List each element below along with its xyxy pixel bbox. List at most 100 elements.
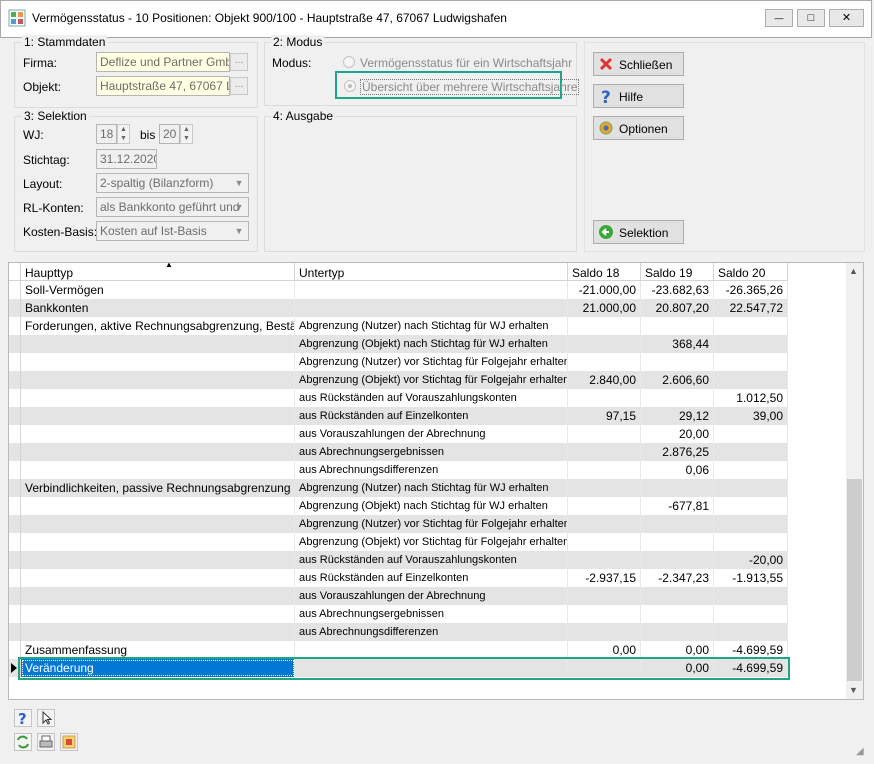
table-cell[interactable]: -23.682,63	[641, 281, 714, 299]
table-cell[interactable]	[641, 515, 714, 533]
modus-radio-ein-wj[interactable]	[343, 56, 355, 68]
row-header[interactable]	[9, 551, 21, 569]
table-cell[interactable]	[21, 371, 295, 389]
row-header[interactable]	[9, 317, 21, 335]
table-cell[interactable]	[295, 281, 568, 299]
table-cell[interactable]	[714, 371, 788, 389]
table-row[interactable]: aus Abrechnungsergebnissen	[9, 605, 788, 623]
row-header[interactable]	[9, 335, 21, 353]
table-cell[interactable]	[21, 515, 295, 533]
objekt-browse-button[interactable]: ...	[230, 77, 248, 95]
table-cell[interactable]: aus Rückständen auf Einzelkonten	[295, 569, 568, 587]
table-cell[interactable]	[21, 461, 295, 479]
pointer-icon[interactable]	[37, 709, 55, 727]
table-cell[interactable]: aus Abrechnungsdifferenzen	[295, 461, 568, 479]
row-header[interactable]	[9, 443, 21, 461]
table-cell[interactable]: 29,12	[641, 407, 714, 425]
table-cell[interactable]	[568, 587, 641, 605]
table-row[interactable]: aus Rückständen auf Vorauszahlungskonten…	[9, 389, 788, 407]
row-header[interactable]	[9, 533, 21, 551]
table-cell[interactable]: aus Rückständen auf Vorauszahlungskonten	[295, 551, 568, 569]
table-cell[interactable]: Abgrenzung (Nutzer) nach Stichtag für WJ…	[295, 479, 568, 497]
firma-field[interactable]: Deflize und Partner GmbH	[96, 52, 230, 72]
table-cell[interactable]	[21, 389, 295, 407]
table-cell[interactable]	[568, 551, 641, 569]
table-cell[interactable]	[641, 317, 714, 335]
row-header[interactable]	[9, 623, 21, 641]
table-cell[interactable]: Forderungen, aktive Rechnungsabgrenzung,…	[21, 317, 295, 335]
wj-from-field[interactable]: 18	[96, 124, 117, 144]
table-cell[interactable]	[295, 299, 568, 317]
table-cell[interactable]	[568, 317, 641, 335]
table-row[interactable]: Forderungen, aktive Rechnungsabgrenzung,…	[9, 317, 788, 335]
table-row[interactable]: aus Rückständen auf Einzelkonten -2.937,1…	[9, 569, 788, 587]
table-cell[interactable]: 0,06	[641, 461, 714, 479]
table-cell[interactable]	[714, 605, 788, 623]
table-cell[interactable]	[714, 317, 788, 335]
table-cell[interactable]: Bankkonten	[21, 299, 295, 317]
table-row[interactable]: Verbindlichkeiten, passive Rechnungsabgr…	[9, 479, 788, 497]
table-cell[interactable]: -677,81	[641, 497, 714, 515]
row-header[interactable]	[9, 299, 21, 317]
table-cell[interactable]: Abgrenzung (Objekt) vor Stichtag für Fol…	[295, 533, 568, 551]
table-row[interactable]: aus Rückständen auf Einzelkonten 97,15 29,…	[9, 407, 788, 425]
table-cell[interactable]	[568, 389, 641, 407]
layout-select[interactable]: 2-spaltig (Bilanzform) ▼	[96, 173, 249, 193]
table-cell[interactable]	[641, 389, 714, 407]
table-cell[interactable]: -26.365,26	[714, 281, 788, 299]
table-cell[interactable]: -21.000,00	[568, 281, 641, 299]
table-cell[interactable]	[568, 335, 641, 353]
table-cell[interactable]	[714, 479, 788, 497]
wj-to-field[interactable]: 20	[159, 124, 180, 144]
table-row[interactable]: Abgrenzung (Objekt) nach Stichtag für WJ…	[9, 335, 788, 353]
column-header-saldo18[interactable]: Saldo 18	[568, 263, 641, 281]
table-cell[interactable]: aus Abrechnungsergebnissen	[295, 605, 568, 623]
table-cell[interactable]	[641, 551, 714, 569]
table-cell[interactable]	[568, 461, 641, 479]
table-cell[interactable]: Abgrenzung (Nutzer) vor Stichtag für Fol…	[295, 515, 568, 533]
table-cell[interactable]: 368,44	[641, 335, 714, 353]
table-cell[interactable]	[641, 479, 714, 497]
table-cell[interactable]	[568, 515, 641, 533]
row-header[interactable]	[9, 281, 21, 299]
stichtag-field[interactable]: 31.12.2020	[96, 149, 157, 169]
table-cell[interactable]	[21, 587, 295, 605]
table-row[interactable]: Abgrenzung (Nutzer) vor Stichtag für Fol…	[9, 515, 788, 533]
table-cell[interactable]: -2.937,15	[568, 569, 641, 587]
objekt-field[interactable]: Hauptstraße 47, 67067 Lud	[96, 76, 230, 96]
table-cell[interactable]: Verbindlichkeiten, passive Rechnungsabgr…	[21, 479, 295, 497]
table-cell[interactable]: 2.876,25	[641, 443, 714, 461]
table-cell[interactable]	[714, 533, 788, 551]
table-cell[interactable]: aus Vorauszahlungen der Abrechnung	[295, 587, 568, 605]
table-cell[interactable]	[21, 425, 295, 443]
kosten-basis-select[interactable]: Kosten auf Ist-Basis ▼	[96, 221, 249, 241]
table-cell[interactable]	[568, 623, 641, 641]
row-header[interactable]	[9, 569, 21, 587]
table-row[interactable]: aus Vorauszahlungen der Abrechnung 20,00	[9, 425, 788, 443]
table-cell[interactable]	[21, 353, 295, 371]
table-cell[interactable]: 22.547,72	[714, 299, 788, 317]
table-cell[interactable]	[568, 533, 641, 551]
row-header[interactable]	[9, 605, 21, 623]
table-cell[interactable]: 20,00	[641, 425, 714, 443]
table-cell[interactable]	[714, 515, 788, 533]
table-cell[interactable]: Abgrenzung (Objekt) vor Stichtag für Fol…	[295, 371, 568, 389]
export-icon[interactable]	[60, 733, 78, 751]
resize-grip-icon[interactable]: ◢	[856, 746, 864, 757]
selektion-button[interactable]: Selektion	[593, 220, 684, 244]
column-header-saldo19[interactable]: Saldo 19	[641, 263, 714, 281]
column-header-saldo20[interactable]: Saldo 20	[714, 263, 788, 281]
table-cell[interactable]: 39,00	[714, 407, 788, 425]
table-cell[interactable]: Abgrenzung (Nutzer) vor Stichtag für Fol…	[295, 353, 568, 371]
table-cell[interactable]	[714, 353, 788, 371]
table-cell[interactable]	[568, 497, 641, 515]
table-cell[interactable]: Abgrenzung (Nutzer) nach Stichtag für WJ…	[295, 317, 568, 335]
table-cell[interactable]	[568, 443, 641, 461]
row-header[interactable]	[9, 407, 21, 425]
table-cell[interactable]	[21, 335, 295, 353]
help-icon[interactable]: ?	[14, 709, 32, 728]
column-header-haupttyp[interactable]: Haupttyp ▲	[21, 263, 295, 281]
table-row[interactable]: aus Rückständen auf Vorauszahlungskonten…	[9, 551, 788, 569]
table-row[interactable]: aus Abrechnungsdifferenzen	[9, 623, 788, 641]
scroll-down-icon[interactable]: ▼	[849, 685, 858, 695]
